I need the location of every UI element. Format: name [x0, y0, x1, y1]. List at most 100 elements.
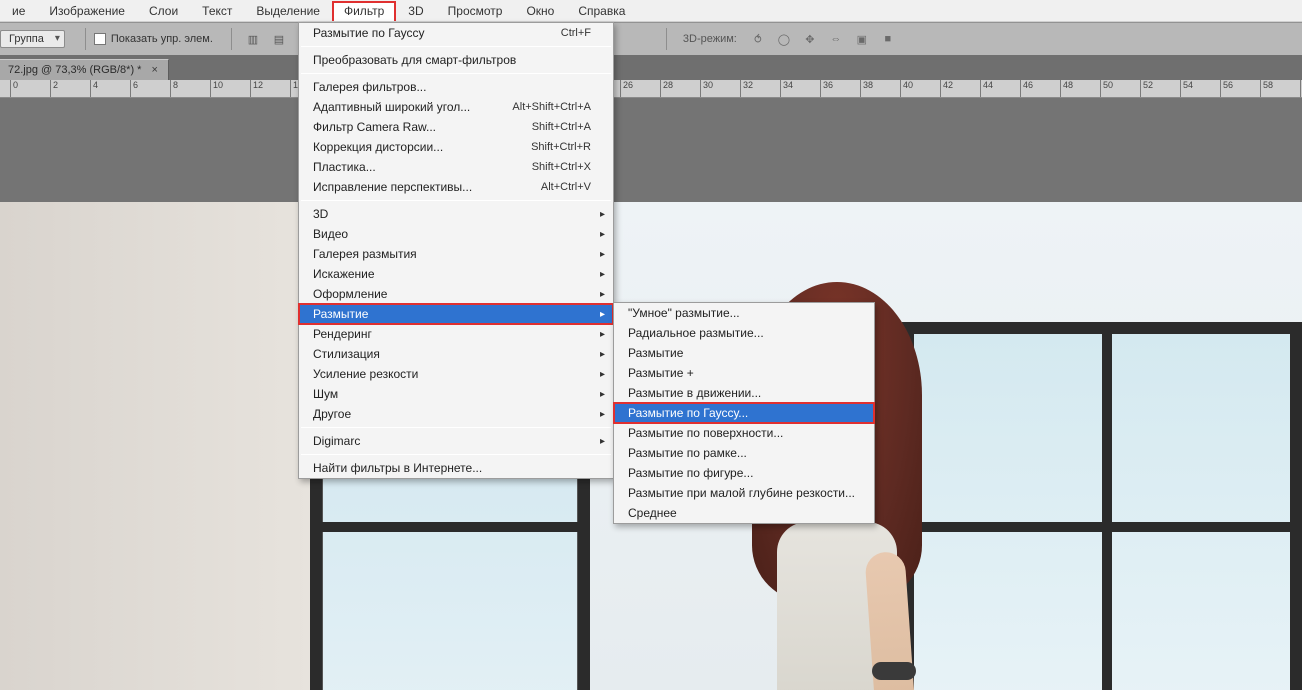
menu-image[interactable]: Изображение	[37, 1, 137, 21]
ruler-tick: 28	[660, 80, 673, 98]
menu-layers[interactable]: Слои	[137, 1, 190, 21]
submenu-item-box-blur[interactable]: Размытие по рамке...	[614, 443, 874, 463]
ruler-tick: 34	[780, 80, 793, 98]
options-bar: Группа Показать упр. элем. ▥ ▤ ▦ 3D-режи…	[0, 22, 1302, 56]
menu-filter[interactable]: Фильтр	[332, 1, 396, 21]
horizontal-ruler: 0246810121426283032343638404244464850525…	[0, 80, 1302, 98]
ruler-tick: 12	[250, 80, 263, 98]
menu-edit-partial[interactable]: ие	[0, 1, 37, 21]
mode-3d-label: 3D-режим:	[683, 33, 737, 45]
document-tab-bar: 72.jpg @ 73,3% (RGB/8*) * ×	[0, 56, 1302, 80]
menu-label: Видео	[313, 227, 348, 241]
menu-item-blur[interactable]: Размытие	[299, 304, 613, 324]
document-tab[interactable]: 72.jpg @ 73,3% (RGB/8*) * ×	[0, 59, 169, 80]
menu-shortcut: Alt+Ctrl+V	[541, 181, 591, 193]
menu-shortcut: Shift+Ctrl+X	[532, 161, 591, 173]
menu-label: Искажение	[313, 267, 375, 281]
show-controls-checkbox[interactable]	[94, 33, 106, 45]
scale-icon[interactable]: ▣	[852, 30, 872, 48]
menu-label: Размытие по поверхности...	[628, 426, 783, 440]
menu-shortcut: Ctrl+F	[561, 27, 591, 39]
menu-label: Коррекция дисторсии...	[313, 140, 443, 154]
menu-item-convert-smart[interactable]: Преобразовать для смарт-фильтров	[299, 50, 613, 70]
menu-item-stylize[interactable]: Стилизация	[299, 344, 613, 364]
submenu-item-smart-blur[interactable]: "Умное" размытие...	[614, 303, 874, 323]
menu-label: Размытие по Гауссу...	[628, 406, 748, 420]
menu-item-other[interactable]: Другое	[299, 404, 613, 424]
submenu-item-shape-blur[interactable]: Размытие по фигуре...	[614, 463, 874, 483]
menu-item-filter-gallery[interactable]: Галерея фильтров...	[299, 77, 613, 97]
menu-select[interactable]: Выделение	[244, 1, 332, 21]
menu-item-3d[interactable]: 3D	[299, 204, 613, 224]
filter-menu-dropdown: Размытие по Гауссу Ctrl+F Преобразовать …	[298, 22, 614, 479]
menu-label: Оформление	[313, 287, 387, 301]
menu-item-digimarc[interactable]: Digimarc	[299, 431, 613, 451]
menu-item-lens-correction[interactable]: Коррекция дисторсии... Shift+Ctrl+R	[299, 137, 613, 157]
submenu-item-blur-more[interactable]: Размытие +	[614, 363, 874, 383]
roll-icon[interactable]: ◯	[774, 30, 794, 48]
menu-item-noise[interactable]: Шум	[299, 384, 613, 404]
menu-item-distort[interactable]: Искажение	[299, 264, 613, 284]
submenu-item-blur[interactable]: Размытие	[614, 343, 874, 363]
menu-window[interactable]: Окно	[514, 1, 566, 21]
ruler-tick: 6	[130, 80, 138, 98]
divider	[666, 28, 667, 50]
menu-item-vanishing-point[interactable]: Исправление перспективы... Alt+Ctrl+V	[299, 177, 613, 197]
ruler-tick: 2	[50, 80, 58, 98]
close-tab-icon[interactable]: ×	[151, 64, 157, 76]
slide-icon[interactable]: ⇔	[826, 30, 846, 48]
submenu-item-surface-blur[interactable]: Размытие по поверхности...	[614, 423, 874, 443]
menu-item-browse-online[interactable]: Найти фильтры в Интернете...	[299, 458, 613, 478]
menu-separator	[301, 73, 611, 74]
menu-item-pixelate[interactable]: Оформление	[299, 284, 613, 304]
ruler-tick: 40	[900, 80, 913, 98]
photo-window-right	[902, 322, 1302, 690]
camera-icon[interactable]: ■	[878, 30, 898, 48]
menu-label: Исправление перспективы...	[313, 180, 472, 194]
orbit-icon[interactable]: ⥀	[748, 30, 768, 48]
ruler-tick: 50	[1100, 80, 1113, 98]
menu-item-adaptive-wide[interactable]: Адаптивный широкий угол... Alt+Shift+Ctr…	[299, 97, 613, 117]
menu-label: Размытие	[313, 307, 368, 321]
menu-label: Размытие по Гауссу	[313, 26, 424, 40]
submenu-item-gaussian-blur[interactable]: Размытие по Гауссу...	[614, 403, 874, 423]
menu-label: Размытие при малой глубине резкости...	[628, 486, 855, 500]
menu-view[interactable]: Просмотр	[436, 1, 515, 21]
pan-icon[interactable]: ✥	[800, 30, 820, 48]
submenu-item-average[interactable]: Среднее	[614, 503, 874, 523]
divider	[231, 28, 232, 50]
menu-item-liquify[interactable]: Пластика... Shift+Ctrl+X	[299, 157, 613, 177]
menu-item-blur-gallery[interactable]: Галерея размытия	[299, 244, 613, 264]
menu-label: Стилизация	[313, 347, 380, 361]
menu-3d[interactable]: 3D	[396, 1, 435, 21]
menu-item-camera-raw[interactable]: Фильтр Camera Raw... Shift+Ctrl+A	[299, 117, 613, 137]
menu-item-render[interactable]: Рендеринг	[299, 324, 613, 344]
align-icon[interactable]: ▥	[243, 30, 263, 48]
submenu-item-radial-blur[interactable]: Радиальное размытие...	[614, 323, 874, 343]
menu-label: Среднее	[628, 506, 677, 520]
menu-shortcut: Alt+Shift+Ctrl+A	[512, 101, 591, 113]
menu-text[interactable]: Текст	[190, 1, 244, 21]
menu-help[interactable]: Справка	[566, 1, 637, 21]
menu-label: Преобразовать для смарт-фильтров	[313, 53, 516, 67]
menu-item-last-filter[interactable]: Размытие по Гауссу Ctrl+F	[299, 23, 613, 43]
menu-label: Размытие +	[628, 366, 694, 380]
submenu-item-motion-blur[interactable]: Размытие в движении...	[614, 383, 874, 403]
ruler-tick: 48	[1060, 80, 1073, 98]
menu-label: Digimarc	[313, 434, 360, 448]
ruler-tick: 42	[940, 80, 953, 98]
menu-label: Радиальное размытие...	[628, 326, 764, 340]
group-select[interactable]: Группа	[0, 30, 65, 48]
menu-label: Рендеринг	[313, 327, 372, 341]
menu-item-video[interactable]: Видео	[299, 224, 613, 244]
menu-item-sharpen[interactable]: Усиление резкости	[299, 364, 613, 384]
menu-label: Фильтр Camera Raw...	[313, 120, 436, 134]
submenu-item-lens-blur[interactable]: Размытие при малой глубине резкости...	[614, 483, 874, 503]
ruler-tick: 52	[1140, 80, 1153, 98]
menu-label: Галерея фильтров...	[313, 80, 426, 94]
blur-submenu: "Умное" размытие... Радиальное размытие.…	[613, 302, 875, 524]
menu-label: Другое	[313, 407, 351, 421]
menu-separator	[301, 427, 611, 428]
align-icon-2[interactable]: ▤	[269, 30, 289, 48]
ruler-tick: 38	[860, 80, 873, 98]
